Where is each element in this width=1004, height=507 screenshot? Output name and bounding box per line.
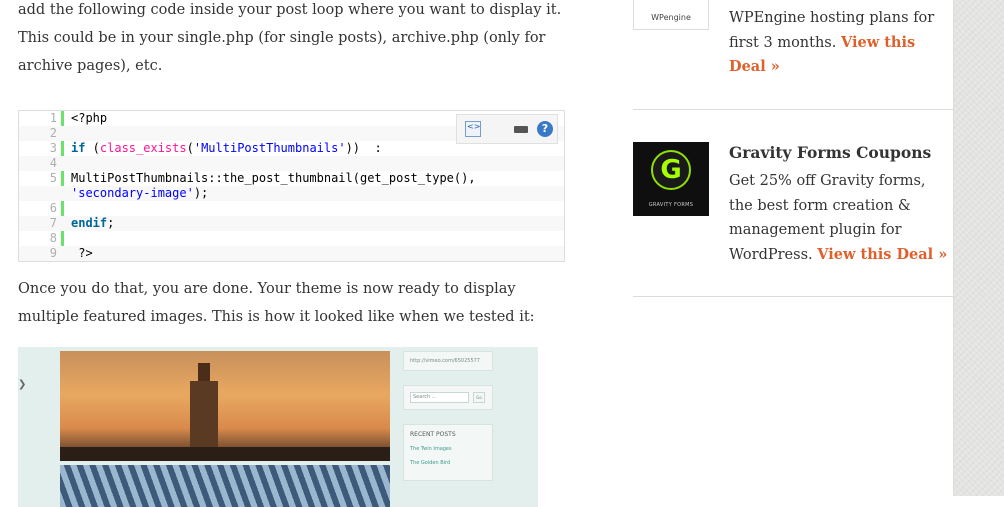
city-skyline xyxy=(60,447,390,461)
code-token: MultiPostThumbnails::the_post_thumbnail(… xyxy=(71,171,476,185)
code-token: )) : xyxy=(345,141,382,155)
vimeo-share-icon: ❯ xyxy=(18,379,27,390)
gravity-logo-caption: GRAVITY FORMS xyxy=(648,202,694,208)
demo-screenshot: ❯ http://vimeo.com/65025577 Search ... Go… xyxy=(18,347,538,507)
line-number: 2 xyxy=(49,126,57,140)
code-line: 4 xyxy=(19,156,564,171)
screenshot-search-box: Search ... Go xyxy=(403,385,493,410)
gravity-deal-title[interactable]: Gravity Forms Coupons xyxy=(729,143,931,162)
line-number: 6 xyxy=(49,201,57,215)
secondary-image-dome xyxy=(60,465,390,507)
code-token: ); xyxy=(193,186,209,200)
gravity-g-icon: G xyxy=(651,150,691,190)
gravity-view-deal-link[interactable]: View this Deal » xyxy=(817,246,947,263)
wpengine-deal-text: WPEngine hosting plans for first 3 month… xyxy=(729,6,949,80)
line-number: 3 xyxy=(49,141,57,155)
wpengine-logo[interactable]: WPengine xyxy=(633,0,709,30)
recent-post-link: The Twin Images xyxy=(410,446,452,452)
code-token: 'secondary-image' xyxy=(71,186,194,200)
code-token: endif xyxy=(71,216,108,230)
code-token: ( xyxy=(85,141,100,155)
code-token: ; xyxy=(107,216,115,230)
screenshot-search-input: Search ... xyxy=(410,392,469,403)
code-text: MultiPostThumbnails::the_post_thumbnail(… xyxy=(71,171,476,186)
code-line: 8 xyxy=(19,231,564,246)
tower-silhouette xyxy=(190,363,218,456)
code-block: 1 <?php 2 3 if (class_exists('MultiPostThumb… xyxy=(18,110,565,262)
line-number: 1 xyxy=(49,111,57,125)
sidebar-divider xyxy=(633,296,953,297)
code-token: ?> xyxy=(71,246,93,260)
code-token: 'MultiPostThumbnails' xyxy=(193,141,346,155)
screenshot-url-box: http://vimeo.com/65025577 xyxy=(403,351,493,371)
view-source-icon[interactable] xyxy=(465,121,481,137)
article-paragraph: Once you do that, you are done. Your the… xyxy=(18,281,535,325)
help-icon[interactable]: ? xyxy=(537,121,553,137)
line-number: 7 xyxy=(49,216,57,230)
page-background-texture xyxy=(953,0,1004,496)
code-token: ( xyxy=(186,141,194,155)
article-paragraph: add the following code inside your post … xyxy=(18,2,562,74)
code-toolbar: ? xyxy=(456,114,558,144)
wpengine-logo-text: WPengine xyxy=(651,13,691,22)
code-line: 6 xyxy=(19,201,564,216)
code-line: 7 endif; xyxy=(19,216,564,231)
recent-post-link: The Golden Bird xyxy=(410,460,451,466)
screenshot-search-button: Go xyxy=(473,392,485,403)
print-icon[interactable] xyxy=(513,121,529,137)
code-line: 'secondary-image'); xyxy=(19,186,564,201)
code-line: 9 ?> xyxy=(19,246,564,261)
line-number: 4 xyxy=(49,156,57,170)
recent-posts-title: RECENT POSTS xyxy=(410,431,456,438)
code-token: <?php xyxy=(71,111,108,125)
line-number: 8 xyxy=(49,231,57,245)
code-text: ?> xyxy=(71,246,93,261)
screenshot-recent-posts: RECENT POSTS The Twin Images The Golden … xyxy=(403,424,493,481)
code-text: 'secondary-image'); xyxy=(71,186,208,201)
line-number: 9 xyxy=(49,246,57,260)
line-number: 5 xyxy=(49,171,57,185)
sidebar-divider xyxy=(633,109,953,110)
screenshot-sidebar: http://vimeo.com/65025577 Search ... Go R… xyxy=(403,351,493,495)
code-token: if xyxy=(71,141,86,155)
code-line: 5 MultiPostThumbnails::the_post_thumbnail… xyxy=(19,171,564,186)
featured-image-tower xyxy=(60,351,390,461)
code-text: if (class_exists('MultiPostThumbnails'))… xyxy=(71,141,382,156)
gravity-forms-logo[interactable]: G GRAVITY FORMS xyxy=(633,142,709,216)
gravity-deal-text: Get 25% off Gravity forms, the best form… xyxy=(729,169,949,267)
code-text: <?php xyxy=(71,111,107,126)
code-token: class_exists xyxy=(99,141,187,155)
code-text: endif; xyxy=(71,216,114,231)
